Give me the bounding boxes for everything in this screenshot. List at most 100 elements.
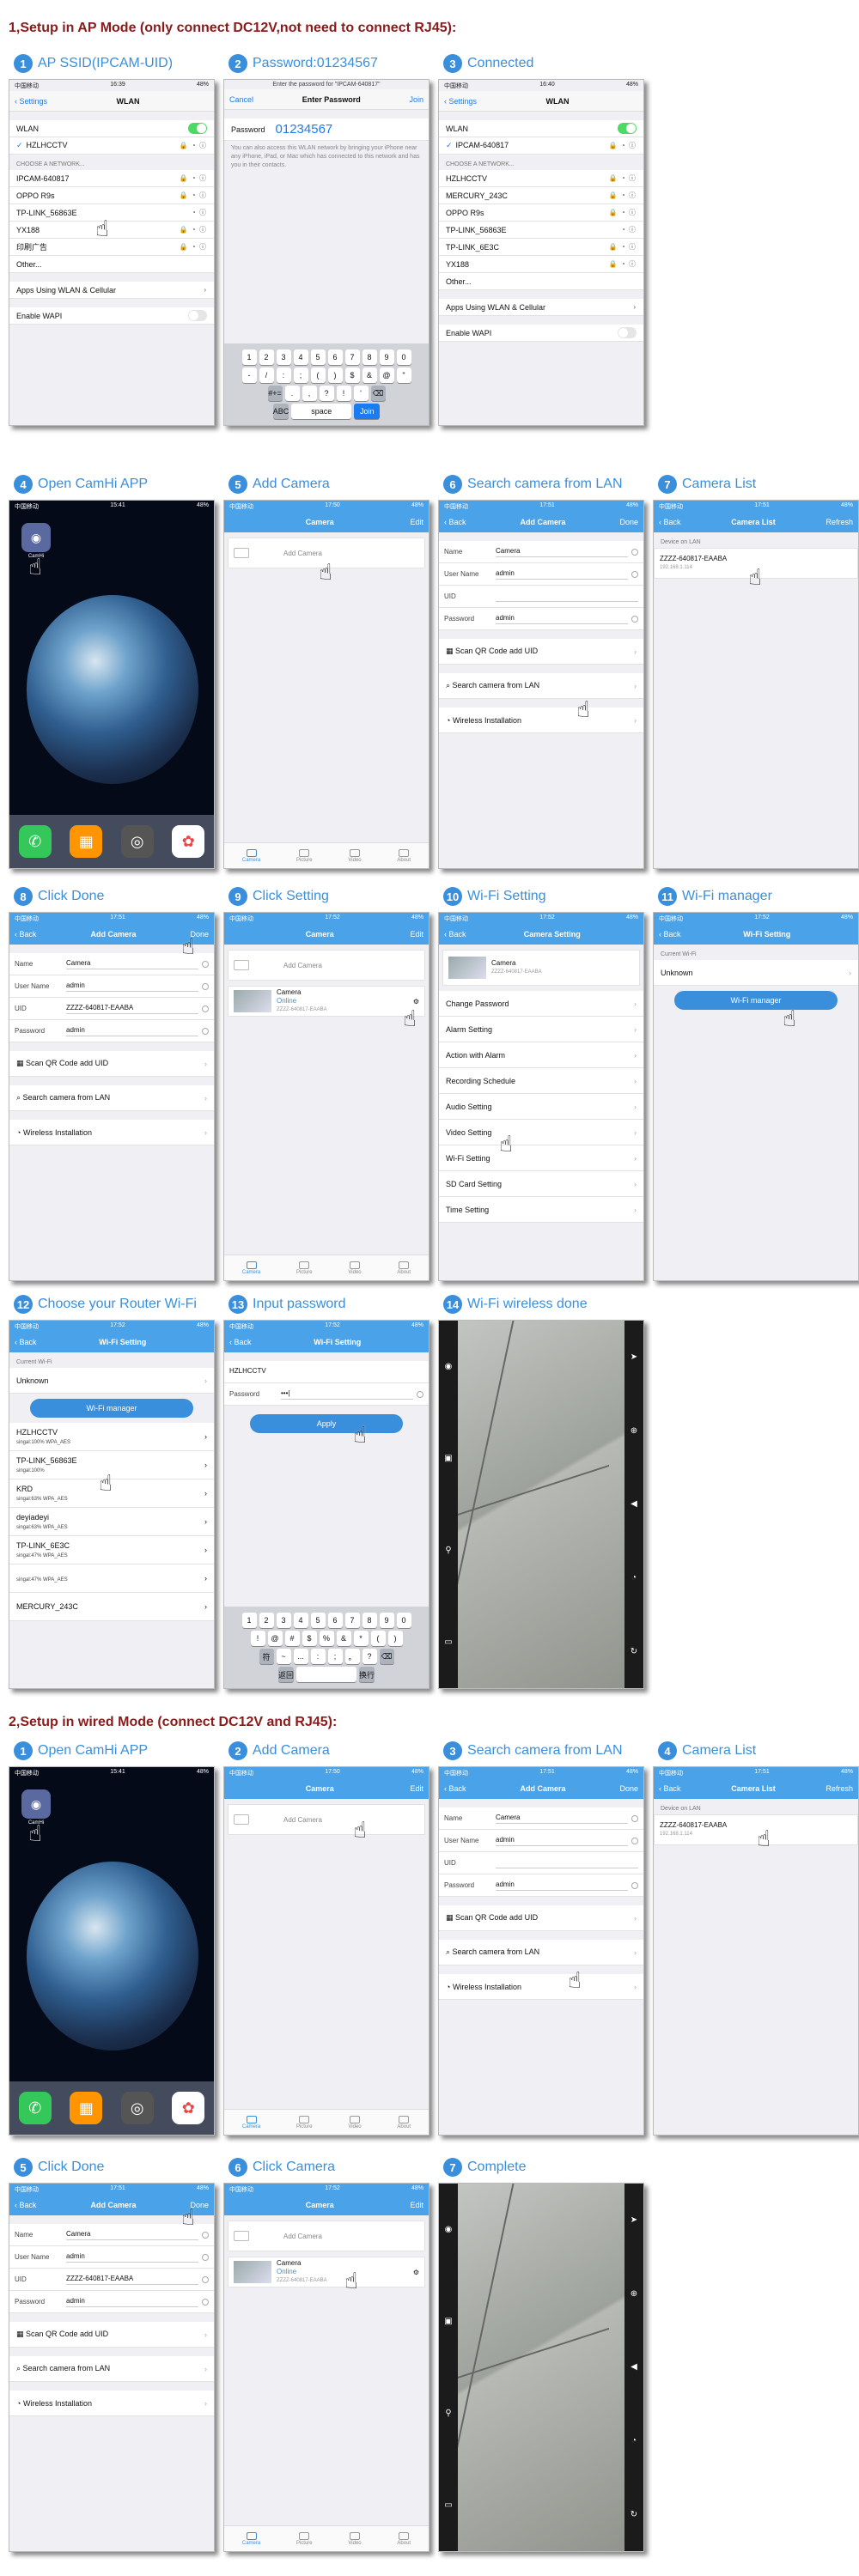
add-camera-row[interactable]: Add Camera [228, 950, 425, 981]
setting-item[interactable]: Recording Schedule › [439, 1068, 643, 1094]
apply-button[interactable]: Apply [250, 1414, 403, 1433]
wifi-network-item[interactable]: TP-LINK_6E3C singal:47% WPA_AES › [9, 1536, 214, 1564]
password-field[interactable]: Password admin [439, 608, 643, 630]
network-item[interactable]: 印刷广告 🔒 ◔ ⓘ [9, 239, 214, 256]
tab-about[interactable]: About [397, 2115, 411, 2129]
key[interactable]: 0 [396, 1613, 411, 1628]
wapi-toggle[interactable] [618, 327, 637, 338]
key[interactable]: 5 [310, 349, 326, 365]
key[interactable]: @ [379, 368, 394, 383]
speaker-icon[interactable]: ◀ [631, 1499, 637, 1509]
setting-item[interactable]: Video Setting › [439, 1120, 643, 1145]
clear-icon[interactable] [631, 548, 638, 556]
setting-item[interactable]: SD Card Setting › [439, 1171, 643, 1197]
scan-qr-row[interactable]: ▦ Scan QR Code add UID › [439, 1905, 643, 1931]
edit-button[interactable]: Edit [410, 518, 423, 526]
wireless-install-row[interactable]: ◔ Wireless Installation › [9, 1120, 214, 1145]
key[interactable]: ~ [276, 1649, 291, 1664]
send-icon[interactable]: ➤ [631, 1352, 637, 1362]
back-key[interactable]: 返回 [277, 1667, 294, 1682]
uid-field[interactable]: UID ZZZZ-640817-EAABA [9, 998, 214, 1020]
tab-video[interactable]: Video [348, 848, 362, 863]
key[interactable]: . [284, 386, 300, 401]
key[interactable]: 5 [310, 1613, 326, 1628]
user-field[interactable]: User Name admin [439, 1830, 643, 1852]
reverse-icon[interactable]: ↻ [631, 2510, 637, 2519]
key[interactable]: ? [319, 386, 334, 401]
tab-picture[interactable]: Picture [296, 1261, 313, 1275]
refresh-button[interactable]: Refresh [825, 518, 853, 526]
lan-device-item[interactable]: ZZZZ-640817-EAABA 192.168.1.114 [654, 1814, 858, 1845]
tab-camera[interactable]: Camera [242, 2115, 260, 2129]
user-field[interactable]: User Name admin [9, 2246, 214, 2269]
join-button[interactable]: Join [409, 95, 423, 104]
network-item[interactable]: IPCAM-640817 🔒 ◔ ⓘ [9, 170, 214, 187]
key[interactable]: 6 [327, 1613, 343, 1628]
photos-icon[interactable]: ✿ [172, 825, 205, 858]
wifi-network-item[interactable]: deyiadeyi singal:63% WPA_AES › [9, 1508, 214, 1536]
network-item[interactable]: HZLHCCTV 🔒 ◔ ⓘ [439, 170, 643, 187]
done-button[interactable]: Done [619, 1784, 638, 1793]
scan-qr-row[interactable]: ▦ Scan QR Code add UID › [439, 639, 643, 665]
wlan-toggle[interactable] [188, 123, 207, 134]
network-item[interactable]: Other... [9, 256, 214, 273]
connected-network[interactable]: ✓ HZLHCCTV 🔒 ◔ ⓘ [9, 137, 214, 155]
key[interactable]: % [319, 1631, 334, 1646]
snapshot-icon[interactable]: ▭ [444, 2500, 452, 2510]
tab-camera[interactable]: Camera [242, 1261, 260, 1275]
setting-item[interactable]: Time Setting › [439, 1197, 643, 1223]
edit-button[interactable]: Edit [410, 2201, 423, 2209]
key[interactable]: 9 [379, 349, 394, 365]
settings-icon[interactable]: ⚙ [413, 998, 419, 1005]
search-lan-row[interactable]: ⌕ Search camera from LAN › [439, 673, 643, 699]
wireless-install-row[interactable]: ◔ Wireless Installation › [439, 708, 643, 733]
search-lan-row[interactable]: ⌕ Search camera from LAN › [9, 2356, 214, 2382]
key[interactable]: - [241, 368, 257, 383]
zoom-icon[interactable]: ⊕ [631, 1426, 637, 1436]
key[interactable]: : [310, 1649, 326, 1664]
network-item[interactable]: YX188 🔒 ◔ ⓘ [439, 256, 643, 273]
phone-icon[interactable]: ✆ [18, 2092, 52, 2124]
camera-item[interactable]: Camera Online ZZZZ-640817-EAABA ⚙ [228, 2257, 425, 2287]
back-button[interactable]: ‹ Back [229, 1338, 252, 1346]
tab-picture[interactable]: Picture [296, 2531, 313, 2546]
back-button[interactable]: ‹ Back [444, 1784, 466, 1793]
tab-about[interactable]: About [397, 848, 411, 863]
tab-video[interactable]: Video [348, 2531, 362, 2546]
tab-about[interactable]: About [397, 2531, 411, 2546]
wifi-manager-button[interactable]: Wi-Fi manager [674, 991, 838, 1010]
back-button[interactable]: ‹ Back [444, 518, 466, 526]
connected-network[interactable]: ✓ IPCAM-640817 🔒 ◔ ⓘ [439, 137, 643, 155]
camera-item[interactable]: Camera Online ZZZZ-640817-EAABA ⚙ [228, 986, 425, 1017]
wifi-network-item[interactable]: singal:47% WPA_AES › [9, 1564, 214, 1593]
key[interactable]: 2 [259, 349, 274, 365]
name-field[interactable]: Name Camera [439, 1807, 643, 1830]
settings-icon[interactable]: ⚙ [413, 2269, 419, 2276]
mic-icon[interactable]: ⚲ [445, 1546, 451, 1555]
key[interactable]: ( [310, 368, 326, 383]
join-key[interactable]: Join [354, 404, 381, 419]
apps-using-wlan[interactable]: Apps Using WLAN & Cellular › [439, 299, 643, 316]
setting-item[interactable]: Change Password › [439, 991, 643, 1017]
setting-item-wifi[interactable]: Wi-Fi Setting › [439, 1145, 643, 1171]
key[interactable]: 2 [259, 1613, 274, 1628]
back-button[interactable]: ‹ Settings [15, 97, 47, 106]
wifi-manager-button[interactable]: Wi-Fi manager [30, 1399, 193, 1418]
network-item[interactable]: OPPO R9s 🔒 ◔ ⓘ [439, 204, 643, 222]
user-field[interactable]: User Name admin [439, 563, 643, 586]
wireless-install-row[interactable]: ◔ Wireless Installation › [439, 1974, 643, 2000]
uid-field[interactable]: UID ZZZZ-640817-EAABA [9, 2269, 214, 2291]
snapshot-icon[interactable]: ▭ [444, 1637, 452, 1647]
tab-camera[interactable]: Camera [242, 848, 260, 863]
key[interactable]: 7 [344, 1613, 360, 1628]
key[interactable]: @ [267, 1631, 283, 1646]
key[interactable]: & [362, 368, 377, 383]
key[interactable]: ; [327, 1649, 343, 1664]
add-camera-row[interactable]: Add Camera [228, 2221, 425, 2251]
zoom-icon[interactable]: ⊕ [631, 2289, 637, 2299]
calculator-icon[interactable]: ▦ [70, 825, 103, 858]
key[interactable]: 符 [259, 1649, 274, 1664]
back-button[interactable]: ‹ Back [444, 930, 466, 939]
password-field[interactable]: Password admin [9, 1020, 214, 1042]
wifi-network-item[interactable]: MERCURY_243C › [9, 1593, 214, 1621]
